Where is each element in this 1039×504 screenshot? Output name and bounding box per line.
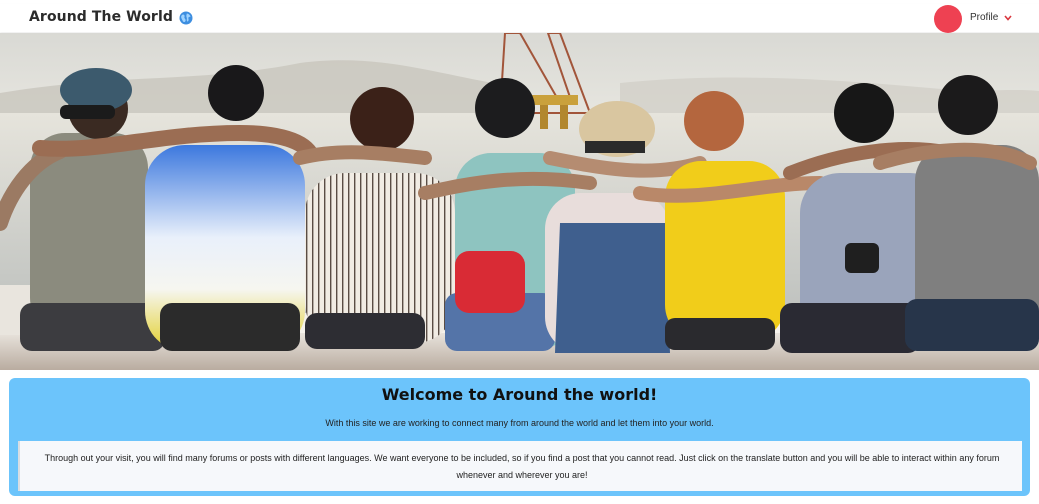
welcome-title: Welcome to Around the world!: [381, 385, 658, 404]
welcome-card: Welcome to Around the world! With this s…: [9, 378, 1030, 496]
hero-photo-illustration: [0, 33, 1039, 370]
welcome-info-box: Through out your visit, you will find ma…: [18, 441, 1022, 491]
globe-icon[interactable]: [179, 11, 193, 25]
profile-menu[interactable]: Profile: [970, 12, 1012, 23]
avatar[interactable]: [934, 5, 962, 33]
welcome-body: Through out your visit, you will find ma…: [44, 453, 1000, 480]
hero-image: [0, 33, 1039, 370]
chevron-down-icon[interactable]: [1004, 14, 1012, 21]
page: Around The World Profile Welcome to Arou…: [0, 0, 1039, 504]
welcome-subtitle: With this site we are working to connect…: [325, 418, 714, 428]
navbar: Around The World Profile: [0, 4, 1039, 33]
site-brand[interactable]: Around The World: [29, 9, 173, 25]
profile-label[interactable]: Profile: [970, 12, 998, 23]
